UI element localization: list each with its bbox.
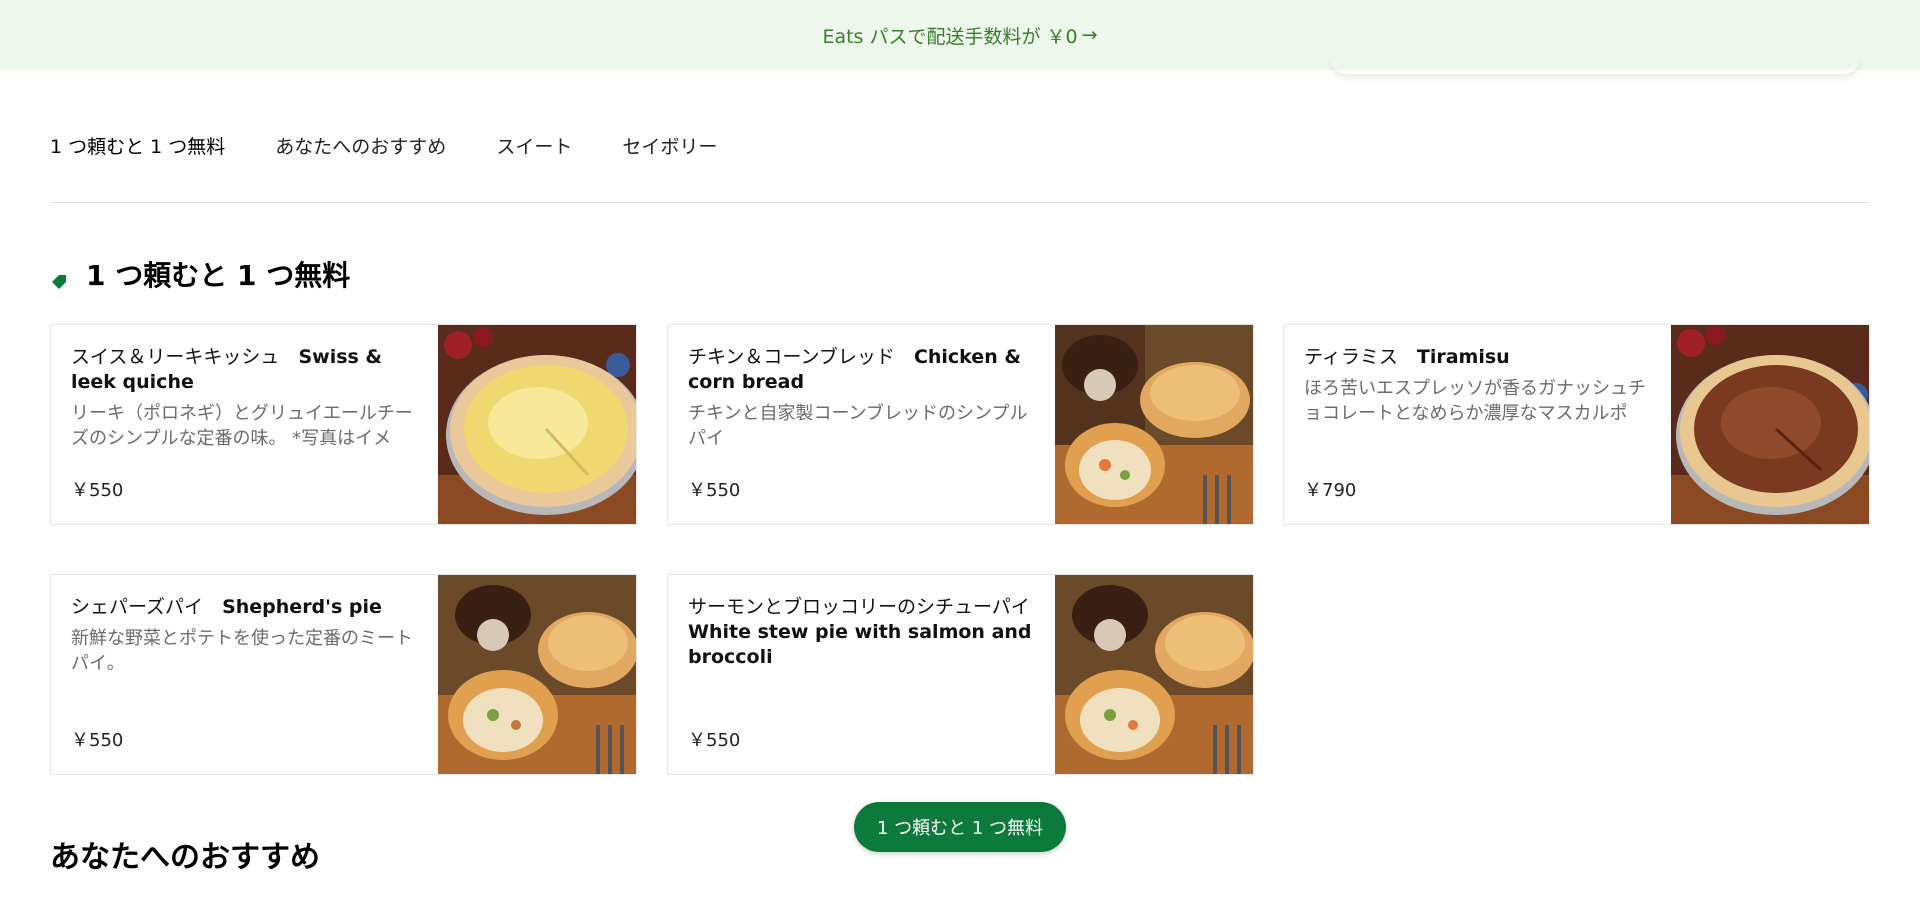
tab-bogo[interactable]: 1 つ頼むと 1 つ無料 (50, 132, 225, 159)
menu-item-card[interactable]: ティラミス Tiramisu ほろ苦いエスプレッソが香るガナッシュチョコレートと… (1283, 324, 1870, 525)
item-price: ￥550 (71, 480, 124, 501)
search-bar-edge (1330, 58, 1860, 74)
menu-item-card[interactable]: シェパーズパイ Shepherd's pie 新鮮な野菜とポテトを使った定番のミ… (50, 574, 637, 775)
item-price: ￥550 (688, 480, 741, 501)
item-name: シェパーズパイ Shepherd's pie (71, 595, 418, 620)
section-title-text: 1 つ頼むと 1 つ無料 (86, 259, 351, 292)
tab-sweet[interactable]: スイート (496, 132, 572, 159)
menu-item-card[interactable]: チキン＆コーンブレッド Chicken & corn bread チキンと自家製… (667, 324, 1254, 525)
quiche-image (438, 325, 636, 524)
pie-image (1055, 325, 1253, 524)
item-description: リーキ（ポロネギ）とグリュイエールチーズのシンプルな定番の味。 *写真はイメー.… (71, 403, 413, 449)
pie-image (1055, 575, 1253, 774)
item-name: ティラミス Tiramisu (1304, 345, 1651, 370)
item-name: スイス＆リーキキッシュ Swiss & leek quiche (71, 345, 418, 395)
item-name-en: White stew pie with salmon and broccoli (688, 621, 1032, 668)
item-name-ja: チキン＆コーンブレッド (688, 346, 895, 368)
item-price: ￥550 (71, 730, 124, 751)
item-name-en: Shepherd's pie (222, 596, 382, 618)
item-price: ￥550 (688, 730, 741, 751)
tiramisu-image (1671, 325, 1869, 524)
banner-text: Eats パスで配送手数料が ￥0 (822, 25, 1078, 48)
item-name-ja: サーモンとブロッコリーのシチューパイ (688, 596, 1030, 618)
menu-item-card[interactable]: スイス＆リーキキッシュ Swiss & leek quiche リーキ（ポロネギ… (50, 324, 637, 525)
item-description: ほろ苦いエスプレッソが香るガナッシュチョコレートとなめらか濃厚なマスカルポー..… (1304, 378, 1646, 424)
section-title-bogo: 1 つ頼むと 1 つ無料 (50, 254, 350, 294)
item-price: ￥790 (1304, 480, 1357, 501)
menu-item-card[interactable]: サーモンとブロッコリーのシチューパイ White stew pie with s… (667, 574, 1254, 775)
item-name-ja: シェパーズパイ (71, 596, 204, 618)
arrow-right-icon: → (1081, 24, 1098, 46)
section-title-recommended: あなたへのおすすめ (50, 840, 320, 875)
item-name-en: Tiramisu (1416, 346, 1510, 368)
bogo-floating-button[interactable]: 1 つ頼むと 1 つ無料 (854, 802, 1066, 852)
tabs-divider (50, 202, 1870, 203)
tab-recommended[interactable]: あなたへのおすすめ (275, 132, 446, 159)
pie-image (438, 575, 636, 774)
item-name-ja: スイス＆リーキキッシュ (71, 346, 280, 368)
item-description: チキンと自家製コーンブレッドのシンプルパイ (688, 403, 1028, 449)
item-name: サーモンとブロッコリーのシチューパイ White stew pie with s… (688, 595, 1035, 670)
item-name: チキン＆コーンブレッド Chicken & corn bread (688, 345, 1035, 395)
tab-savory[interactable]: セイボリー (622, 132, 717, 159)
item-name-ja: ティラミス (1304, 346, 1398, 368)
category-tabs: 1 つ頼むと 1 つ無料 あなたへのおすすめ スイート セイボリー (50, 132, 1870, 159)
item-description: 新鮮な野菜とポテトを使った定番のミートパイ。 (71, 628, 413, 674)
tag-icon (50, 265, 68, 289)
